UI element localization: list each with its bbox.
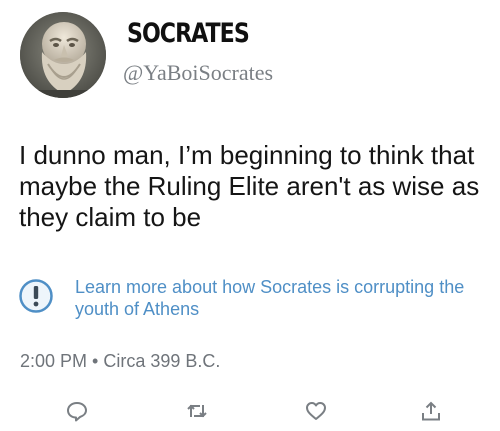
avatar[interactable] (20, 12, 106, 98)
retweet-icon[interactable] (186, 400, 208, 422)
heart-icon[interactable] (305, 400, 327, 422)
display-name[interactable]: SOCRATES (127, 20, 250, 47)
share-icon[interactable] (420, 400, 442, 422)
tweet-text: I dunno man, I’m beginning to think that… (19, 140, 480, 232)
reply-icon[interactable] (66, 400, 88, 422)
notice-link[interactable]: Learn more about how Socrates is corrupt… (75, 276, 475, 320)
notice-banner[interactable]: Learn more about how Socrates is corrupt… (18, 276, 488, 326)
timestamp: 2:00 PM • Circa 399 B.C. (20, 352, 220, 370)
user-handle[interactable]: @YaBoiSocrates (123, 62, 273, 84)
exclamation-circle-icon (18, 278, 54, 314)
tweet-card: SOCRATES @YaBoiSocrates I dunno man, I’m… (0, 0, 500, 431)
timestamp-separator: • (92, 351, 99, 371)
tweet-time: 2:00 PM (20, 351, 88, 371)
tweet-date: Circa 399 B.C. (103, 351, 221, 371)
